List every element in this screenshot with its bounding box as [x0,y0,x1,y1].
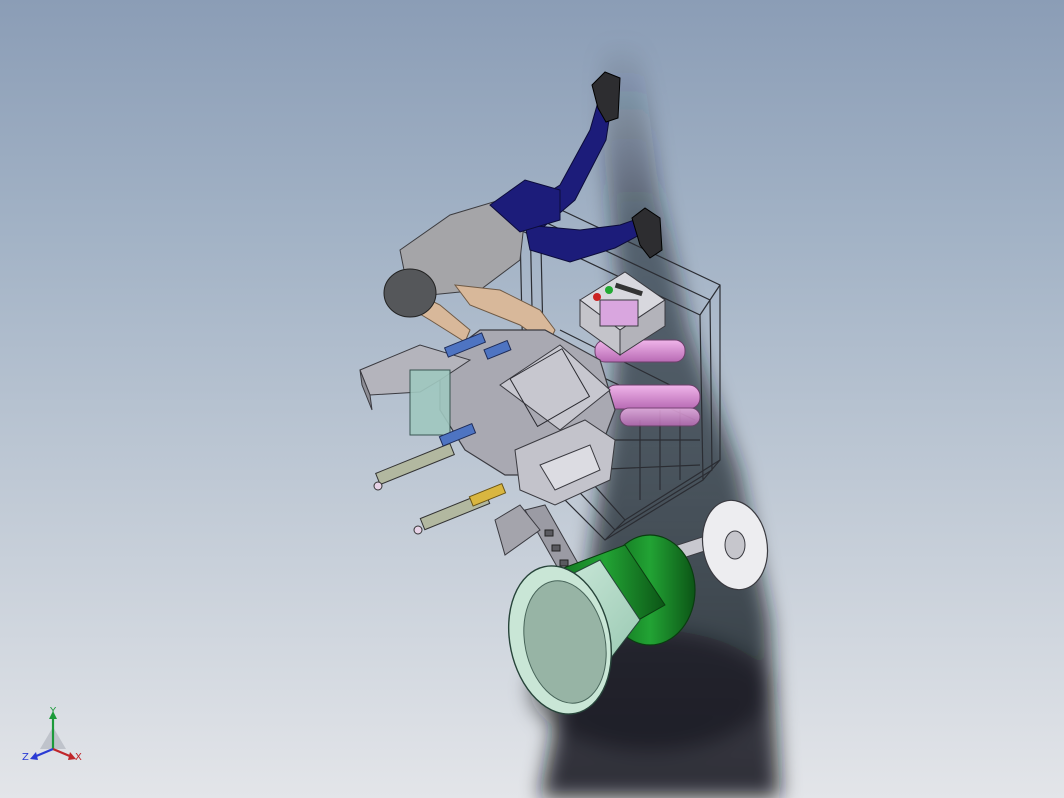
head [383,268,437,318]
model-canvas[interactable] [0,0,1064,798]
triad-y-label: Y [49,706,57,717]
red-button-icon[interactable] [593,293,601,301]
hmi-screen[interactable] [599,299,639,327]
triad-x-label: X [75,752,82,763]
triad-z-label: Z [22,752,29,763]
cad-viewport[interactable]: Y X Z [0,0,1064,798]
cylinder-1[interactable] [373,442,455,491]
green-button-icon[interactable] [605,286,613,294]
view-triad[interactable]: Y X Z [18,705,88,775]
z-arrow-icon [30,752,38,760]
